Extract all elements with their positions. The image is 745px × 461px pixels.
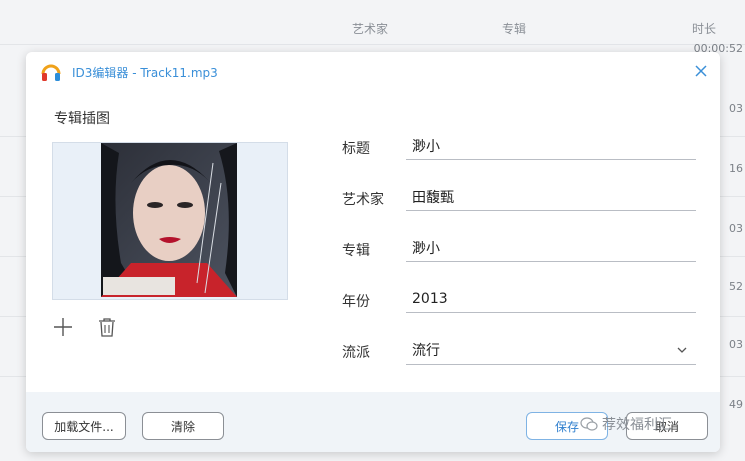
watermark-text: 荐效福利汇 xyxy=(602,417,672,433)
year-input[interactable] xyxy=(406,285,696,313)
add-icon[interactable] xyxy=(52,316,74,338)
list-header: 艺术家 专辑 时长 xyxy=(0,14,745,42)
title-input[interactable] xyxy=(406,132,696,160)
row-duration: 03 xyxy=(729,222,743,235)
row-duration: 03 xyxy=(729,338,743,351)
chevron-down-icon xyxy=(677,347,687,353)
album-art-box[interactable] xyxy=(52,142,288,300)
album-label: 专辑 xyxy=(342,243,370,259)
album-input[interactable] xyxy=(406,234,696,262)
genre-label: 流派 xyxy=(342,345,370,361)
album-art-label: 专辑插图 xyxy=(54,111,110,127)
trash-icon[interactable] xyxy=(96,316,118,338)
column-album[interactable]: 专辑 xyxy=(502,20,526,37)
artist-input[interactable] xyxy=(406,183,696,211)
year-label: 年份 xyxy=(342,294,370,310)
genre-select[interactable]: 流行 xyxy=(406,336,696,365)
column-artist[interactable]: 艺术家 xyxy=(352,20,388,37)
close-icon[interactable] xyxy=(692,62,710,80)
column-duration[interactable]: 时长 xyxy=(692,20,716,37)
row-duration: 03 xyxy=(729,102,743,115)
title-label: 标题 xyxy=(342,141,370,157)
id3-editor-dialog: ID3编辑器 - Track11.mp3 专辑插图 标题 渺小 艺术家 田馥甄 … xyxy=(26,52,720,452)
load-file-button[interactable]: 加载文件... xyxy=(42,412,126,440)
clear-button[interactable]: 清除 xyxy=(142,412,224,440)
genre-selected-value: 流行 xyxy=(412,343,440,359)
app-headphone-icon xyxy=(41,64,61,81)
wechat-watermark-icon xyxy=(580,417,598,431)
dialog-titlebar: ID3编辑器 - Track11.mp3 xyxy=(26,52,720,92)
row-duration: 49 xyxy=(729,398,743,411)
album-cover-image xyxy=(101,143,237,297)
row-duration: 16 xyxy=(729,162,743,175)
row-divider xyxy=(0,44,745,45)
row-duration: 52 xyxy=(729,280,743,293)
dialog-title: ID3编辑器 - Track11.mp3 xyxy=(72,66,218,80)
artist-label: 艺术家 xyxy=(342,192,384,208)
